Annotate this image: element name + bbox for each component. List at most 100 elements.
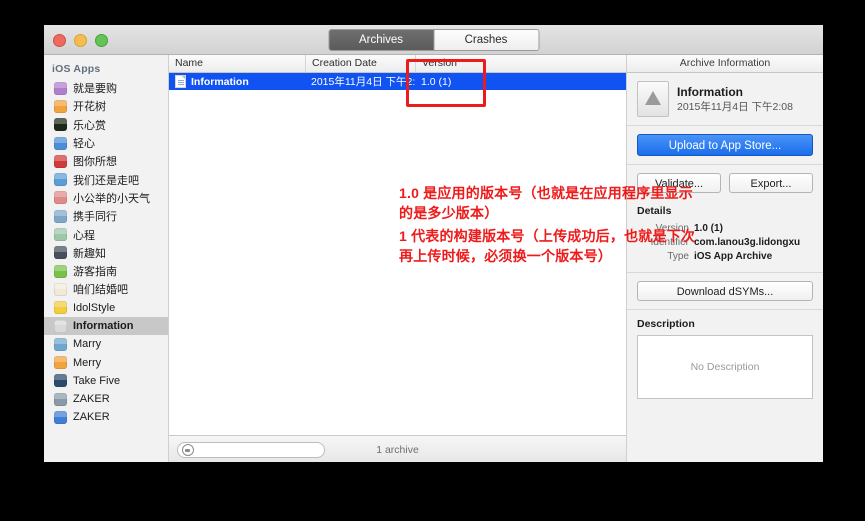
sidebar-item-16[interactable]: Merry bbox=[44, 353, 168, 371]
filter-icon bbox=[182, 443, 194, 456]
archive-table-header[interactable]: Name Creation Date Version bbox=[169, 55, 626, 73]
detail-value: 1.0 (1) bbox=[694, 223, 723, 234]
app-icon bbox=[54, 99, 67, 113]
archive-information-inspector: Archive Information Information 2015年11月… bbox=[627, 55, 823, 462]
organizer-window: Archives Crashes iOS Apps 就是要购开花树乐心赏 轻心图你… bbox=[44, 25, 823, 462]
detail-key: Version bbox=[655, 223, 689, 234]
inspector-summary-section: Information 2015年11月4日 下午2:08 bbox=[627, 73, 823, 126]
cell-name-label: Information bbox=[191, 75, 249, 88]
description-textarea[interactable]: No Description bbox=[637, 335, 813, 399]
archive-triangle-glyph bbox=[645, 91, 661, 105]
cell-name: Information bbox=[169, 75, 305, 88]
sidebar-item-label: ZAKER bbox=[73, 411, 110, 424]
sidebar-item-label: IdolStyle bbox=[73, 301, 116, 314]
tab-crashes[interactable]: Crashes bbox=[433, 30, 538, 50]
view-segmented-control[interactable]: Archives Crashes bbox=[328, 29, 539, 51]
detail-value: iOS App Archive bbox=[694, 251, 773, 262]
detail-key: Type bbox=[667, 251, 689, 262]
sidebar-item-18[interactable]: ZAKER bbox=[44, 390, 168, 408]
filter-input[interactable] bbox=[177, 441, 325, 458]
export-button[interactable]: Export... bbox=[729, 173, 813, 193]
app-icon bbox=[54, 264, 67, 278]
sidebar-item-17[interactable]: Take Five bbox=[44, 372, 168, 390]
sidebar-item-9[interactable]: 心程 bbox=[44, 225, 168, 243]
sidebar-item-label: ZAKER bbox=[73, 393, 110, 406]
screen: Archives Crashes iOS Apps 就是要购开花树乐心赏 轻心图你… bbox=[0, 0, 865, 521]
validate-button[interactable]: Validate... bbox=[637, 173, 721, 193]
inspector-archive-name: Information bbox=[677, 84, 743, 99]
sidebar-item-label: 新趣知 bbox=[73, 247, 106, 260]
app-icon bbox=[54, 154, 67, 168]
sidebar-item-11[interactable]: 游客指南 bbox=[44, 262, 168, 280]
archive-summary: Information 2015年11月4日 下午2:08 bbox=[637, 81, 813, 117]
detail-row-identifier: Identifier com.lanou3g.lidongxu bbox=[637, 236, 813, 249]
sidebar-item-label: 咱们结婚吧 bbox=[73, 284, 128, 297]
window-titlebar: Archives Crashes bbox=[44, 25, 823, 55]
validate-export-button-row: Validate... Export... bbox=[637, 173, 813, 193]
sidebar-item-2[interactable]: 开花树 bbox=[44, 97, 168, 115]
sidebar-item-1[interactable]: 就是要购 bbox=[44, 79, 168, 97]
minimize-button-icon[interactable] bbox=[74, 34, 87, 47]
table-row[interactable]: Information 2015年11月4日 下午2:08 1.0 (1) bbox=[169, 73, 626, 90]
sidebar-header: iOS Apps bbox=[52, 63, 101, 75]
inspector-description-section: Description No Description bbox=[627, 310, 823, 407]
column-header-version[interactable]: Version bbox=[415, 55, 626, 72]
cell-creation-date: 2015年11月4日 下午2:08 bbox=[311, 76, 415, 88]
inspector-dsyms-section: Download dSYMs... bbox=[627, 273, 823, 310]
sidebar-item-label: 开花树 bbox=[73, 101, 106, 114]
sidebar-item-label: 图你所想 bbox=[73, 156, 117, 169]
sidebar-item-12[interactable]: 咱们结婚吧 bbox=[44, 280, 168, 298]
app-icon bbox=[54, 81, 67, 95]
sidebar-item-10[interactable]: 新趣知 bbox=[44, 244, 168, 262]
archives-pane: Name Creation Date Version Information 2… bbox=[169, 55, 627, 462]
window-body: iOS Apps 就是要购开花树乐心赏 轻心图你所想我们还是走吧 小公举的小天气携手… bbox=[44, 55, 823, 462]
details-list: Version 1.0 (1) Identifier com.lanou3g.lido… bbox=[637, 222, 813, 263]
download-dsyms-button[interactable]: Download dSYMs... bbox=[637, 281, 813, 301]
sidebar-item-19[interactable]: ZAKER bbox=[44, 408, 168, 426]
sidebar-item-3[interactable]: 乐心赏 bbox=[44, 116, 168, 134]
app-icon bbox=[54, 356, 67, 370]
sidebar-item-5[interactable]: 图你所想 bbox=[44, 152, 168, 170]
detail-row-version: Version 1.0 (1) bbox=[637, 222, 813, 235]
details-title: Details bbox=[637, 205, 672, 217]
app-icon bbox=[54, 392, 67, 406]
archive-document-icon bbox=[175, 75, 186, 88]
sidebar-item-label: 我们还是走吧 bbox=[73, 174, 139, 187]
sidebar-item-13[interactable]: IdolStyle bbox=[44, 299, 168, 317]
sidebar-item-label: 小公举的小天气 bbox=[73, 192, 150, 205]
app-icon bbox=[54, 301, 67, 315]
close-button-icon[interactable] bbox=[53, 34, 66, 47]
app-icon bbox=[54, 337, 67, 351]
sidebar-item-14[interactable]: Information bbox=[44, 316, 168, 336]
tab-archives[interactable]: Archives bbox=[329, 30, 433, 50]
apps-sidebar[interactable]: iOS Apps 就是要购开花树乐心赏 轻心图你所想我们还是走吧 小公举的小天气携手… bbox=[44, 55, 169, 462]
sidebar-item-6[interactable]: 我们还是走吧 bbox=[44, 170, 168, 188]
traffic-lights bbox=[53, 34, 108, 47]
sidebar-item-8[interactable]: 携手同行 bbox=[44, 207, 168, 225]
column-header-name[interactable]: Name bbox=[169, 55, 305, 72]
sidebar-item-label: 就是要购 bbox=[73, 83, 117, 96]
archive-icon bbox=[637, 81, 669, 117]
upload-to-app-store-button[interactable]: Upload to App Store... bbox=[637, 134, 813, 156]
detail-row-type: Type iOS App Archive bbox=[637, 250, 813, 263]
app-icon bbox=[54, 228, 67, 242]
detail-key: Identifier bbox=[650, 237, 689, 248]
column-header-creation-date[interactable]: Creation Date bbox=[305, 55, 415, 72]
sidebar-item-list[interactable]: 就是要购开花树乐心赏 轻心图你所想我们还是走吧 小公举的小天气携手同行 心程新趣知游客… bbox=[44, 79, 168, 427]
app-icon bbox=[54, 282, 67, 296]
app-icon bbox=[54, 191, 67, 205]
archive-table-rows[interactable]: Information 2015年11月4日 下午2:08 1.0 (1) bbox=[169, 73, 626, 435]
sidebar-item-label: Merry bbox=[73, 356, 102, 369]
sidebar-item-label: Information bbox=[73, 320, 134, 332]
maximize-button-icon[interactable] bbox=[95, 34, 108, 47]
app-icon bbox=[54, 136, 67, 150]
sidebar-item-4[interactable]: 轻心 bbox=[44, 134, 168, 152]
inspector-upload-section: Upload to App Store... bbox=[627, 126, 823, 165]
sidebar-item-7[interactable]: 小公举的小天气 bbox=[44, 189, 168, 207]
app-icon bbox=[54, 319, 67, 333]
archives-footer-bar: 1 archive bbox=[169, 435, 626, 462]
sidebar-item-15[interactable]: Marry bbox=[44, 335, 168, 353]
description-title: Description bbox=[637, 318, 695, 330]
inspector-title: Archive Information bbox=[627, 55, 823, 73]
sidebar-item-label: Take Five bbox=[73, 374, 121, 387]
